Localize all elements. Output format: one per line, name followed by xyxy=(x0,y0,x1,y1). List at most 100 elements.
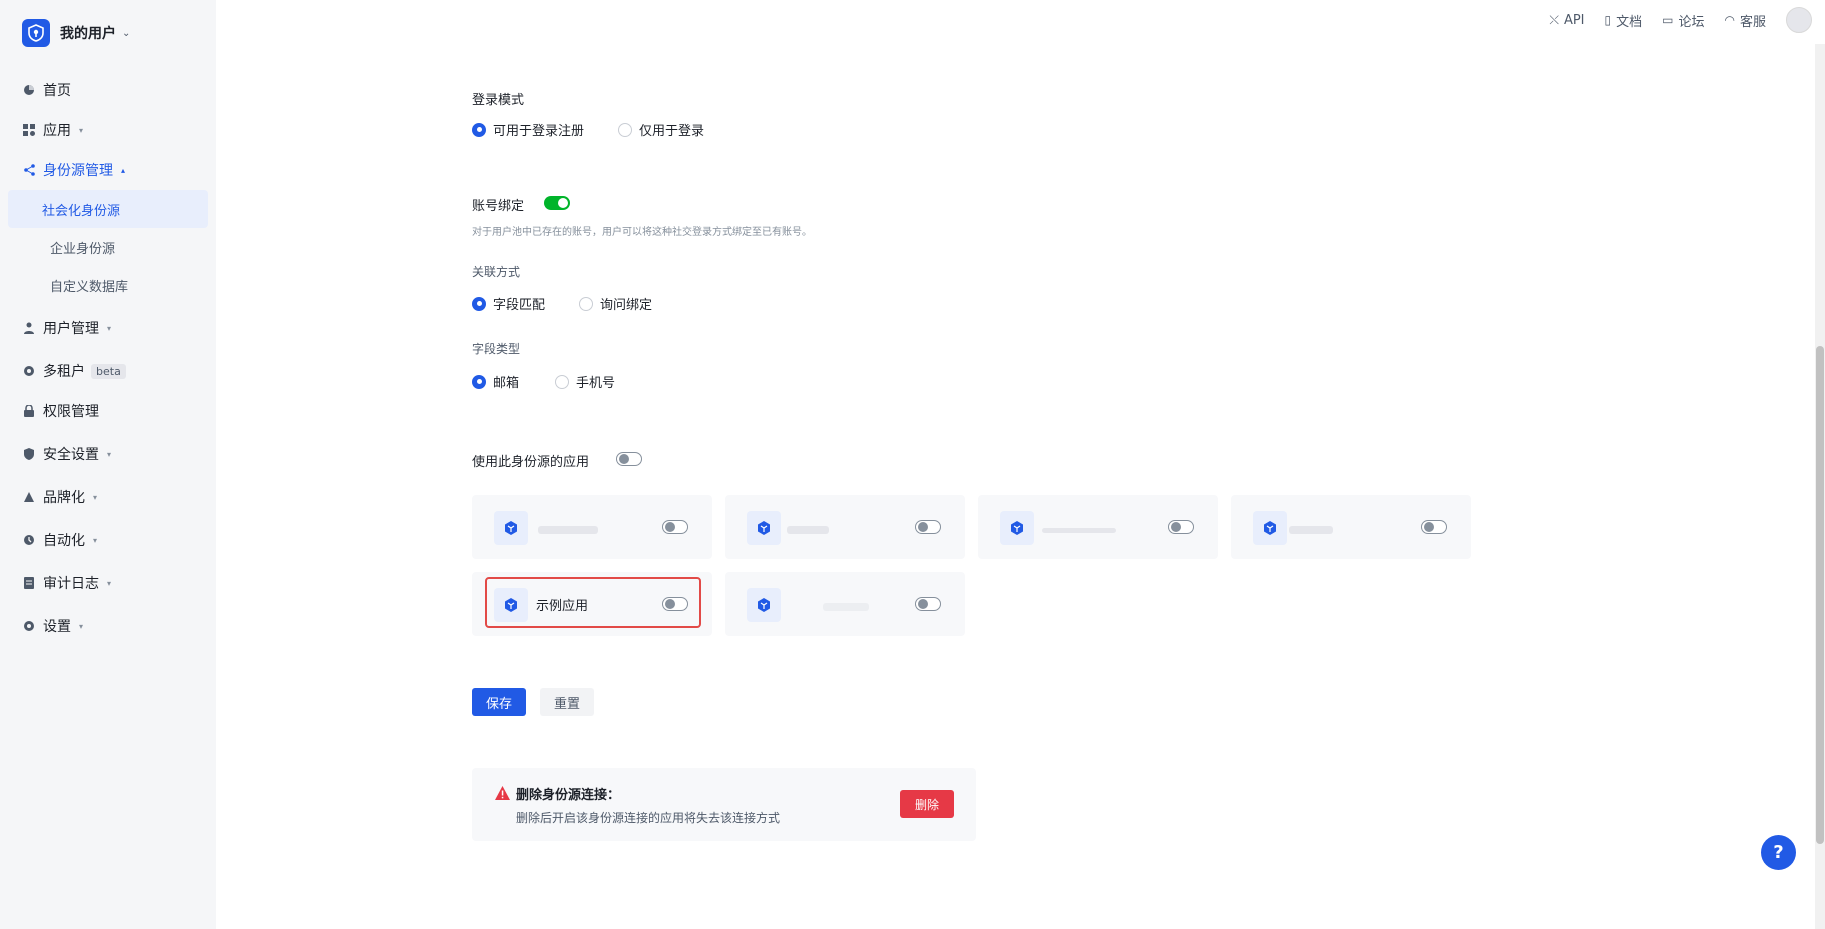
sidebar-item-label: 品牌化 xyxy=(43,490,85,506)
radio-dot xyxy=(472,296,486,311)
sidebar-item-label: 安全设置 xyxy=(43,447,99,463)
cube-icon xyxy=(494,511,528,545)
sidebar-subitem-social[interactable]: 社会化身份源 xyxy=(8,190,208,228)
sidebar-item-label: 权限管理 xyxy=(43,404,99,420)
radio-label: 手机号 xyxy=(576,376,616,391)
sidebar-item-permissions[interactable]: 权限管理 xyxy=(0,391,216,431)
login-mode-label: 登录模式 xyxy=(472,93,525,108)
reset-button[interactable]: 重置 xyxy=(540,688,594,716)
app-name-placeholder xyxy=(538,526,598,534)
account-binding-label: 账号绑定 xyxy=(472,199,525,214)
login-mode-radio-register[interactable]: 可用于登录注册 xyxy=(472,120,584,139)
cube-icon xyxy=(1000,511,1034,545)
sidebar-item-label: 多租户 xyxy=(43,364,85,380)
save-button[interactable]: 保存 xyxy=(472,688,526,716)
highlight-box xyxy=(485,577,701,628)
support-link[interactable]: ◠ 客服 xyxy=(1725,11,1767,30)
org-name: 我的用户 xyxy=(60,26,116,42)
sidebar: 我的用户 ⌄ 首页 应用 ▾ 身份源管理 ▴ 社会化身份源 企业身份源 自定义数… xyxy=(0,0,216,929)
forum-link[interactable]: ▭ 论坛 xyxy=(1662,11,1704,30)
sidebar-item-settings[interactable]: 设置 ▾ xyxy=(0,606,216,646)
link-method-radio-field-match[interactable]: 字段匹配 xyxy=(472,294,545,313)
chevron-down-icon: ▾ xyxy=(107,449,112,459)
sidebar-subitem-enterprise[interactable]: 企业身份源 xyxy=(8,228,208,266)
app-switch[interactable] xyxy=(1421,520,1447,534)
danger-zone: 删除身份源连接： 删除后开启该身份源连接的应用将失去该连接方式 删除 xyxy=(472,768,976,841)
scrollbar-thumb[interactable] xyxy=(1816,346,1824,844)
app-name-placeholder xyxy=(823,603,869,611)
scrollbar[interactable] xyxy=(1815,44,1825,929)
radio-dot xyxy=(472,122,486,137)
sidebar-item-branding[interactable]: 品牌化 ▾ xyxy=(0,477,216,517)
app-name-placeholder xyxy=(787,526,829,534)
org-switcher[interactable]: 我的用户 ⌄ xyxy=(22,19,130,47)
sidebar-item-automation[interactable]: 自动化 ▾ xyxy=(0,520,216,560)
log-icon xyxy=(23,577,35,589)
help-button[interactable]: ? xyxy=(1761,835,1796,870)
field-type-radio-phone[interactable]: 手机号 xyxy=(555,372,615,391)
sidebar-item-label: 审计日志 xyxy=(43,576,99,592)
sidebar-nav: 首页 应用 ▾ 身份源管理 ▴ 社会化身份源 企业身份源 自定义数据库 用户管理… xyxy=(0,70,216,646)
docs-link-label: 文档 xyxy=(1616,14,1643,30)
app-switch[interactable] xyxy=(662,520,688,534)
sidebar-item-users[interactable]: 用户管理 ▾ xyxy=(0,308,216,348)
sidebar-item-audit-log[interactable]: 审计日志 ▾ xyxy=(0,563,216,603)
chevron-down-icon: ⌄ xyxy=(122,27,131,39)
app-card xyxy=(472,495,712,559)
login-mode-radio-login-only[interactable]: 仅用于登录 xyxy=(618,120,704,139)
org-logo-icon xyxy=(22,19,50,47)
avatar[interactable] xyxy=(1786,7,1812,33)
api-link-label: API xyxy=(1563,12,1585,28)
api-link[interactable]: ⤬ API xyxy=(1549,13,1584,28)
sidebar-subitem-label: 自定义数据库 xyxy=(50,279,129,295)
sidebar-item-tenant[interactable]: 多租户 beta xyxy=(0,351,216,391)
chevron-down-icon: ▾ xyxy=(93,492,98,502)
app-switch[interactable] xyxy=(915,520,941,534)
sidebar-item-home[interactable]: 首页 xyxy=(0,70,216,110)
sidebar-subitem-custom-db[interactable]: 自定义数据库 xyxy=(8,266,208,304)
docs-link[interactable]: ▯ 文档 xyxy=(1605,11,1643,30)
app-switch[interactable] xyxy=(915,597,941,611)
danger-description: 删除后开启该身份源连接的应用将失去该连接方式 xyxy=(516,811,781,825)
book-icon: ▯ xyxy=(1604,13,1612,27)
radio-label: 询问绑定 xyxy=(600,298,653,313)
apps-icon xyxy=(23,124,35,136)
sidebar-subitem-label: 企业身份源 xyxy=(50,241,116,257)
account-binding-hint: 对于用户池中已存在的账号，用户可以将这种社交登录方式绑定至已有账号。 xyxy=(472,227,812,238)
sidebar-item-label: 应用 xyxy=(43,123,71,139)
app-card xyxy=(725,572,965,636)
sidebar-item-security[interactable]: 安全设置 ▾ xyxy=(0,434,216,474)
app-card xyxy=(978,495,1218,559)
radio-dot xyxy=(618,122,632,137)
app-name-placeholder xyxy=(1042,528,1116,533)
app-switch[interactable] xyxy=(1168,520,1194,534)
chevron-down-icon: ▾ xyxy=(93,535,98,545)
support-link-label: 客服 xyxy=(1739,14,1766,30)
apps-switch[interactable] xyxy=(616,452,642,466)
sidebar-subitem-label: 社会化身份源 xyxy=(42,203,121,219)
sidebar-item-label: 设置 xyxy=(43,619,71,635)
link-method-label: 关联方式 xyxy=(472,265,521,279)
sidebar-item-label: 用户管理 xyxy=(43,321,99,337)
lock-icon xyxy=(23,405,35,417)
chevron-down-icon: ▾ xyxy=(107,578,112,588)
chevron-down-icon: ▾ xyxy=(79,125,84,135)
radio-dot xyxy=(579,296,593,311)
link-method-radio-ask-bind[interactable]: 询问绑定 xyxy=(579,294,652,313)
chevron-down-icon: ▾ xyxy=(79,621,84,631)
radio-dot xyxy=(555,374,569,389)
shield-icon xyxy=(23,448,35,460)
sidebar-item-identity-sources[interactable]: 身份源管理 ▴ xyxy=(0,150,216,190)
field-type-label: 字段类型 xyxy=(472,342,521,356)
danger-title: 删除身份源连接： xyxy=(516,788,621,803)
sidebar-item-apps[interactable]: 应用 ▾ xyxy=(0,110,216,150)
apps-label: 使用此身份源的应用 xyxy=(472,455,590,470)
tools-icon: ⤬ xyxy=(1549,12,1559,27)
delete-button[interactable]: 删除 xyxy=(900,790,954,818)
field-type-radio-email[interactable]: 邮箱 xyxy=(472,372,519,391)
radio-dot xyxy=(472,374,486,389)
radio-label: 仅用于登录 xyxy=(639,124,705,139)
account-binding-switch[interactable] xyxy=(544,196,570,210)
app-card xyxy=(1231,495,1471,559)
radio-label: 字段匹配 xyxy=(493,298,546,313)
